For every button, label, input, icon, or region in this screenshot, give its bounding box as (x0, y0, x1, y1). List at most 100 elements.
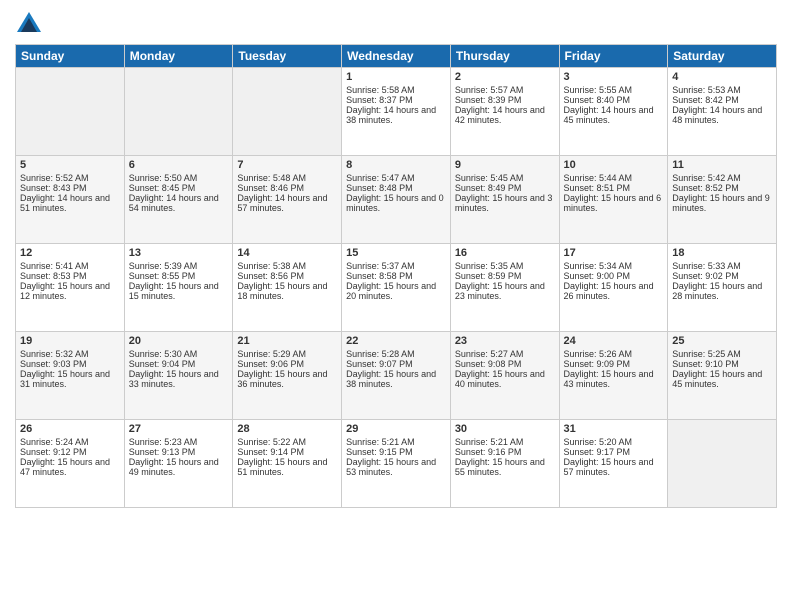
sunrise: Sunrise: 5:42 AM (672, 173, 772, 183)
sunrise: Sunrise: 5:24 AM (20, 437, 120, 447)
sunrise: Sunrise: 5:30 AM (129, 349, 229, 359)
daylight: Daylight: 15 hours and 0 minutes. (346, 193, 446, 213)
day-number: 2 (455, 71, 555, 83)
sunrise: Sunrise: 5:37 AM (346, 261, 446, 271)
sunset: Sunset: 9:07 PM (346, 359, 446, 369)
sunset: Sunset: 9:09 PM (564, 359, 664, 369)
sunrise: Sunrise: 5:39 AM (129, 261, 229, 271)
sunset: Sunset: 8:48 PM (346, 183, 446, 193)
sunset: Sunset: 9:17 PM (564, 447, 664, 457)
day-number: 25 (672, 335, 772, 347)
calendar-cell: 7 Sunrise: 5:48 AM Sunset: 8:46 PM Dayli… (233, 156, 342, 244)
sunset: Sunset: 8:45 PM (129, 183, 229, 193)
sunrise: Sunrise: 5:47 AM (346, 173, 446, 183)
daylight: Daylight: 14 hours and 38 minutes. (346, 105, 446, 125)
daylight: Daylight: 14 hours and 48 minutes. (672, 105, 772, 125)
sunset: Sunset: 9:00 PM (564, 271, 664, 281)
sunrise: Sunrise: 5:44 AM (564, 173, 664, 183)
sunrise: Sunrise: 5:20 AM (564, 437, 664, 447)
sunrise: Sunrise: 5:27 AM (455, 349, 555, 359)
day-number: 22 (346, 335, 446, 347)
day-number: 16 (455, 247, 555, 259)
calendar-cell: 19 Sunrise: 5:32 AM Sunset: 9:03 PM Dayl… (16, 332, 125, 420)
sunset: Sunset: 8:59 PM (455, 271, 555, 281)
day-number: 9 (455, 159, 555, 171)
sunset: Sunset: 8:43 PM (20, 183, 120, 193)
logo (15, 10, 47, 38)
daylight: Daylight: 14 hours and 51 minutes. (20, 193, 120, 213)
daylight: Daylight: 15 hours and 20 minutes. (346, 281, 446, 301)
day-number: 11 (672, 159, 772, 171)
day-number: 14 (237, 247, 337, 259)
calendar-cell: 15 Sunrise: 5:37 AM Sunset: 8:58 PM Dayl… (342, 244, 451, 332)
sunrise: Sunrise: 5:52 AM (20, 173, 120, 183)
day-number: 8 (346, 159, 446, 171)
daylight: Daylight: 15 hours and 45 minutes. (672, 369, 772, 389)
sunrise: Sunrise: 5:33 AM (672, 261, 772, 271)
calendar-cell: 18 Sunrise: 5:33 AM Sunset: 9:02 PM Dayl… (668, 244, 777, 332)
calendar: SundayMondayTuesdayWednesdayThursdayFrid… (15, 44, 777, 508)
sunrise: Sunrise: 5:50 AM (129, 173, 229, 183)
daylight: Daylight: 15 hours and 12 minutes. (20, 281, 120, 301)
sunset: Sunset: 9:16 PM (455, 447, 555, 457)
day-number: 6 (129, 159, 229, 171)
daylight: Daylight: 15 hours and 49 minutes. (129, 457, 229, 477)
day-number: 29 (346, 423, 446, 435)
calendar-cell: 31 Sunrise: 5:20 AM Sunset: 9:17 PM Dayl… (559, 420, 668, 508)
sunrise: Sunrise: 5:38 AM (237, 261, 337, 271)
header (15, 10, 777, 38)
calendar-week-row: 12 Sunrise: 5:41 AM Sunset: 8:53 PM Dayl… (16, 244, 777, 332)
daylight: Daylight: 15 hours and 28 minutes. (672, 281, 772, 301)
sunrise: Sunrise: 5:57 AM (455, 85, 555, 95)
sunrise: Sunrise: 5:48 AM (237, 173, 337, 183)
daylight: Daylight: 15 hours and 38 minutes. (346, 369, 446, 389)
day-number: 18 (672, 247, 772, 259)
calendar-cell: 9 Sunrise: 5:45 AM Sunset: 8:49 PM Dayli… (450, 156, 559, 244)
day-header: Sunday (16, 45, 125, 68)
day-number: 30 (455, 423, 555, 435)
daylight: Daylight: 15 hours and 33 minutes. (129, 369, 229, 389)
daylight: Daylight: 14 hours and 45 minutes. (564, 105, 664, 125)
daylight: Daylight: 15 hours and 6 minutes. (564, 193, 664, 213)
calendar-cell: 2 Sunrise: 5:57 AM Sunset: 8:39 PM Dayli… (450, 68, 559, 156)
day-number: 13 (129, 247, 229, 259)
calendar-cell: 5 Sunrise: 5:52 AM Sunset: 8:43 PM Dayli… (16, 156, 125, 244)
daylight: Daylight: 15 hours and 23 minutes. (455, 281, 555, 301)
sunset: Sunset: 9:13 PM (129, 447, 229, 457)
calendar-cell: 10 Sunrise: 5:44 AM Sunset: 8:51 PM Dayl… (559, 156, 668, 244)
calendar-cell: 29 Sunrise: 5:21 AM Sunset: 9:15 PM Dayl… (342, 420, 451, 508)
sunset: Sunset: 9:04 PM (129, 359, 229, 369)
day-number: 19 (20, 335, 120, 347)
sunset: Sunset: 8:42 PM (672, 95, 772, 105)
calendar-cell: 20 Sunrise: 5:30 AM Sunset: 9:04 PM Dayl… (124, 332, 233, 420)
calendar-cell: 13 Sunrise: 5:39 AM Sunset: 8:55 PM Dayl… (124, 244, 233, 332)
day-number: 4 (672, 71, 772, 83)
sunset: Sunset: 9:06 PM (237, 359, 337, 369)
calendar-cell: 24 Sunrise: 5:26 AM Sunset: 9:09 PM Dayl… (559, 332, 668, 420)
calendar-cell: 25 Sunrise: 5:25 AM Sunset: 9:10 PM Dayl… (668, 332, 777, 420)
day-number: 3 (564, 71, 664, 83)
daylight: Daylight: 15 hours and 15 minutes. (129, 281, 229, 301)
daylight: Daylight: 15 hours and 47 minutes. (20, 457, 120, 477)
daylight: Daylight: 14 hours and 42 minutes. (455, 105, 555, 125)
calendar-cell: 14 Sunrise: 5:38 AM Sunset: 8:56 PM Dayl… (233, 244, 342, 332)
calendar-cell (16, 68, 125, 156)
calendar-week-row: 5 Sunrise: 5:52 AM Sunset: 8:43 PM Dayli… (16, 156, 777, 244)
day-number: 10 (564, 159, 664, 171)
calendar-week-row: 19 Sunrise: 5:32 AM Sunset: 9:03 PM Dayl… (16, 332, 777, 420)
sunset: Sunset: 8:39 PM (455, 95, 555, 105)
logo-icon (15, 10, 43, 38)
sunrise: Sunrise: 5:23 AM (129, 437, 229, 447)
sunset: Sunset: 8:53 PM (20, 271, 120, 281)
calendar-cell: 26 Sunrise: 5:24 AM Sunset: 9:12 PM Dayl… (16, 420, 125, 508)
daylight: Daylight: 15 hours and 55 minutes. (455, 457, 555, 477)
sunset: Sunset: 8:37 PM (346, 95, 446, 105)
calendar-cell: 11 Sunrise: 5:42 AM Sunset: 8:52 PM Dayl… (668, 156, 777, 244)
calendar-cell: 17 Sunrise: 5:34 AM Sunset: 9:00 PM Dayl… (559, 244, 668, 332)
daylight: Daylight: 15 hours and 53 minutes. (346, 457, 446, 477)
sunset: Sunset: 9:14 PM (237, 447, 337, 457)
sunset: Sunset: 8:40 PM (564, 95, 664, 105)
sunset: Sunset: 8:51 PM (564, 183, 664, 193)
sunset: Sunset: 8:56 PM (237, 271, 337, 281)
daylight: Daylight: 15 hours and 3 minutes. (455, 193, 555, 213)
